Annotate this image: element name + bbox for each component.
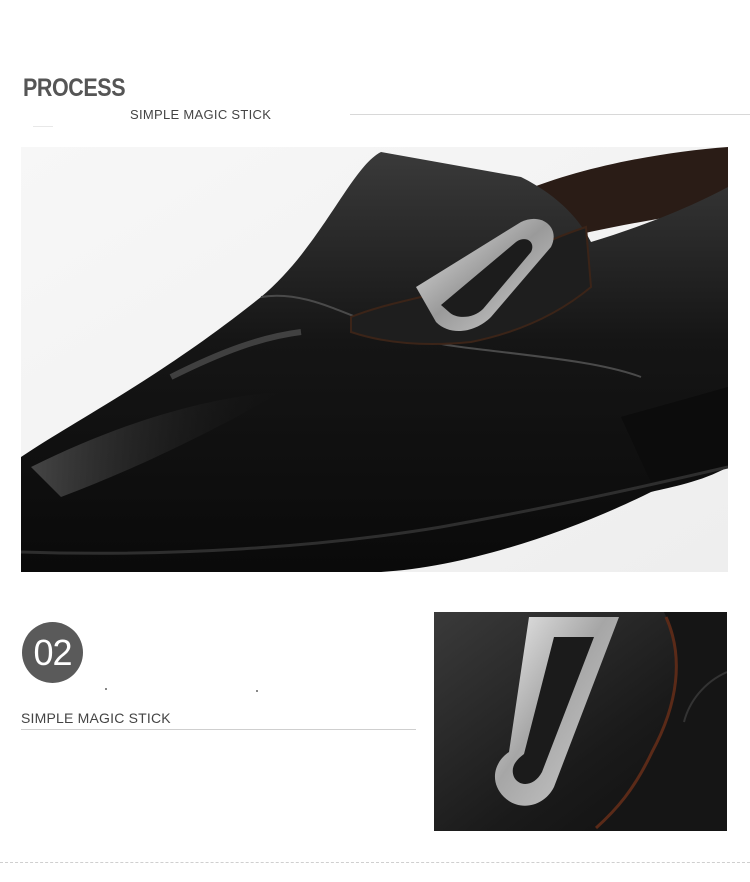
section2-label: SIMPLE MAGIC STICK — [21, 710, 171, 726]
step-number-badge: 02 — [22, 622, 83, 683]
process-subtitle: SIMPLE MAGIC STICK — [130, 107, 272, 122]
buckle-detail-image — [434, 612, 727, 831]
hero-shoe-image — [21, 147, 728, 572]
header-small-divider — [33, 126, 53, 127]
step-number: 02 — [33, 631, 72, 673]
bottom-dashed-divider — [0, 862, 750, 863]
decorative-dot — [105, 688, 107, 690]
process-title: PROCESS — [23, 74, 126, 102]
section2-divider — [21, 729, 416, 730]
decorative-dot — [256, 690, 258, 692]
header-divider — [350, 114, 750, 115]
